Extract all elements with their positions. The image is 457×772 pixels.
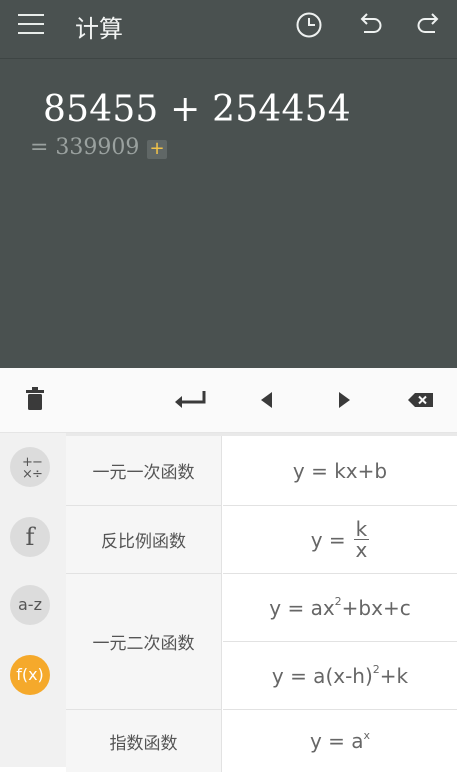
- history-icon[interactable]: [294, 10, 324, 40]
- cursor-left-icon[interactable]: [255, 384, 277, 416]
- redo-icon[interactable]: [414, 10, 444, 40]
- edit-toolbar: [0, 368, 457, 433]
- inverse-fraction: k x: [353, 517, 370, 562]
- exponential-function-label: 指数函数: [66, 710, 222, 772]
- inverse-function-label: 反比例函数: [66, 506, 222, 574]
- function-icon: f: [25, 523, 35, 551]
- enter-icon[interactable]: [170, 384, 208, 416]
- category-variable[interactable]: a-z: [10, 585, 50, 625]
- backspace-icon[interactable]: [406, 384, 436, 416]
- exponential-formula-a: y = a: [309, 729, 364, 753]
- quadratic-formula-2-exponent: 2: [372, 663, 380, 676]
- fx-icon: f(x): [16, 665, 44, 684]
- quadratic-standard-formula[interactable]: y = ax 2 +bx+c: [223, 574, 457, 642]
- menu-icon[interactable]: [18, 13, 44, 35]
- formula-grid: 一元一次函数 y = kx+b 反比例函数 y = k x 一元二次函数 y =…: [66, 433, 457, 772]
- quadratic-formula-1b: +bx+c: [341, 595, 411, 620]
- quadratic-function-label: 一元二次函数: [66, 574, 222, 710]
- exponential-formula-exponent: x: [363, 728, 371, 742]
- category-function[interactable]: f: [10, 517, 50, 557]
- linear-function-label: 一元一次函数: [66, 436, 222, 506]
- calculator-display-area: 计算 85455 + 254454 = 339909 +: [0, 0, 457, 368]
- svg-text:÷: ÷: [32, 467, 43, 482]
- category-fx[interactable]: f(x): [10, 655, 50, 695]
- quadratic-formula-1a: y = ax: [269, 595, 335, 620]
- linear-function-formula[interactable]: y = kx+b: [223, 436, 457, 506]
- add-result-button[interactable]: +: [147, 140, 167, 159]
- page-title: 计算: [75, 15, 123, 43]
- fraction-numerator: k: [353, 517, 370, 541]
- variable-icon: a-z: [18, 595, 42, 614]
- result-display: = 339909: [30, 135, 140, 160]
- arithmetic-icon: + − × ÷: [22, 455, 43, 482]
- exponential-function-formula[interactable]: y = ax: [223, 710, 457, 772]
- quadratic-formula-2b: +k: [379, 663, 409, 688]
- app-header: 计算: [0, 0, 457, 59]
- quadratic-formula-2a: y = a(x-h): [271, 663, 373, 688]
- quadratic-vertex-formula[interactable]: y = a(x-h) 2 +k: [223, 642, 457, 710]
- linear-formula-text: y = kx+b: [292, 458, 388, 483]
- inverse-formula-left: y =: [310, 527, 346, 552]
- category-arithmetic[interactable]: + − × ÷: [10, 447, 50, 487]
- expression-display[interactable]: 85455 + 254454: [43, 89, 351, 130]
- category-sidebar: + − × ÷ f a-z f(x): [0, 433, 67, 767]
- trash-icon[interactable]: [22, 384, 48, 416]
- quadratic-formula-1-exponent: 2: [334, 595, 342, 608]
- undo-icon[interactable]: [355, 10, 385, 40]
- fraction-denominator: x: [355, 538, 368, 562]
- cursor-right-icon[interactable]: [333, 384, 355, 416]
- inverse-function-formula[interactable]: y = k x: [223, 506, 457, 574]
